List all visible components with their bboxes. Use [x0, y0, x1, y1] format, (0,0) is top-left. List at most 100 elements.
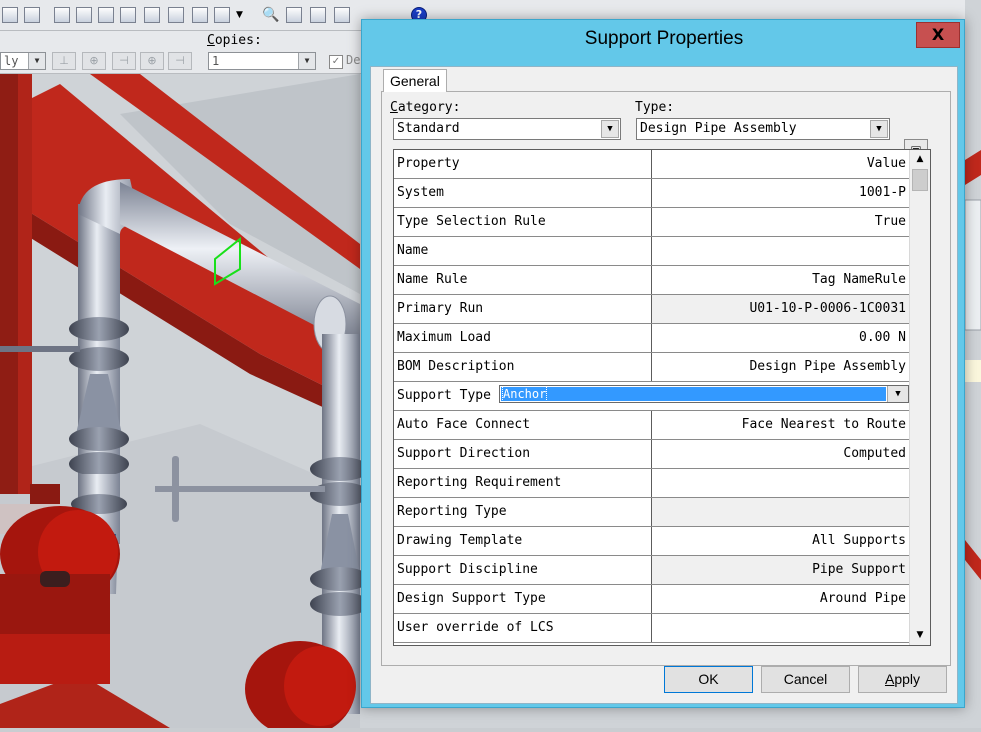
- table-row[interactable]: Drawing Template All Supports: [394, 527, 909, 556]
- property-value[interactable]: Around Pipe: [652, 585, 909, 613]
- table-row[interactable]: Auto Face Connect Face Nearest to Route: [394, 411, 909, 440]
- ok-button[interactable]: OK: [664, 666, 753, 693]
- table-row[interactable]: Maximum Load 0.00 N: [394, 324, 909, 353]
- property-name: Reporting Type: [394, 498, 652, 526]
- property-value[interactable]: Computed: [652, 440, 909, 468]
- property-name: BOM Description: [394, 353, 652, 381]
- checkbox-label: De: [346, 53, 361, 67]
- apply-button[interactable]: Apply: [858, 666, 947, 693]
- zoom-area-icon[interactable]: [310, 7, 326, 23]
- table-row[interactable]: Name Rule Tag NameRule: [394, 266, 909, 295]
- property-grid: Property Value System 1001-P Type Select…: [393, 149, 931, 646]
- background-side-panel: [964, 0, 981, 728]
- snap-icon[interactable]: ⊥: [52, 52, 76, 70]
- scrollbar-thumb[interactable]: [912, 169, 928, 191]
- mode-combo[interactable]: ly ▼: [0, 52, 46, 70]
- fit-icon[interactable]: [334, 7, 350, 23]
- tab-general[interactable]: General: [383, 69, 447, 92]
- chevron-down-icon[interactable]: ▼: [870, 120, 888, 138]
- table-row[interactable]: Support Discipline Pipe Support: [394, 556, 909, 585]
- clipboard-icon[interactable]: [98, 7, 114, 23]
- property-value[interactable]: U01-10-P-0006-1C0031: [652, 295, 909, 323]
- snap-icon[interactable]: ⊕: [82, 52, 106, 70]
- type-value: Design Pipe Assembly: [640, 121, 797, 136]
- table-row[interactable]: Name: [394, 237, 909, 266]
- property-name: Support Type: [397, 388, 491, 403]
- property-value[interactable]: [652, 614, 909, 642]
- checkbox[interactable]: ✓: [329, 55, 343, 69]
- grid-scrollbar[interactable]: ▲ ▼: [909, 150, 930, 645]
- side-panel-graphic: [964, 0, 981, 728]
- property-value[interactable]: [652, 469, 909, 497]
- category-value: Standard: [397, 121, 460, 136]
- scroll-up-icon[interactable]: ▲: [911, 151, 929, 168]
- property-value[interactable]: Face Nearest to Route: [652, 411, 909, 439]
- property-value[interactable]: Tag NameRule: [652, 266, 909, 294]
- snap-icon[interactable]: ⊣: [112, 52, 136, 70]
- property-name: Type Selection Rule: [394, 208, 652, 236]
- property-value[interactable]: All Supports: [652, 527, 909, 555]
- grid-icon[interactable]: [192, 7, 208, 23]
- paste-icon[interactable]: [76, 7, 92, 23]
- property-name: Primary Run: [394, 295, 652, 323]
- zoom-icon[interactable]: 🔍: [262, 7, 279, 23]
- table-row[interactable]: Support Direction Computed: [394, 440, 909, 469]
- table-row[interactable]: System 1001-P: [394, 179, 909, 208]
- property-value[interactable]: True: [652, 208, 909, 236]
- copies-combo[interactable]: 1 ▼: [208, 52, 316, 70]
- table-row[interactable]: Reporting Requirement: [394, 469, 909, 498]
- filter-icon[interactable]: [214, 7, 230, 23]
- flag-icon[interactable]: [168, 7, 184, 23]
- chevron-down-icon[interactable]: ▼: [887, 386, 908, 402]
- pan-icon[interactable]: [286, 7, 302, 23]
- chevron-down-icon[interactable]: ▼: [601, 120, 619, 138]
- edit-icon[interactable]: [2, 7, 18, 23]
- scroll-down-icon[interactable]: ▼: [911, 627, 929, 644]
- property-name: Drawing Template: [394, 527, 652, 555]
- support-type-combo[interactable]: Anchor ▼: [499, 385, 909, 403]
- property-value[interactable]: [652, 237, 909, 265]
- mode-combo-value: ly: [4, 54, 19, 68]
- property-name: Name: [394, 237, 652, 265]
- chevron-down-icon[interactable]: ▼: [236, 10, 243, 20]
- table-row[interactable]: User override of LCS: [394, 614, 909, 643]
- table-row[interactable]: BOM Description Design Pipe Assembly: [394, 353, 909, 382]
- cancel-button[interactable]: Cancel: [761, 666, 850, 693]
- chevron-down-icon: ▼: [28, 53, 45, 69]
- category-label: Category:: [390, 100, 461, 115]
- copy-icon[interactable]: [54, 7, 70, 23]
- copies-value: 1: [212, 54, 220, 68]
- property-name: Reporting Requirement: [394, 469, 652, 497]
- property-name: System: [394, 179, 652, 207]
- property-value[interactable]: Design Pipe Assembly: [652, 353, 909, 381]
- property-name: Support Discipline: [394, 556, 652, 584]
- chevron-down-icon: ▼: [298, 53, 315, 69]
- value-column-header: Value: [652, 150, 909, 178]
- table-row[interactable]: Reporting Type: [394, 498, 909, 527]
- support-type-selected-value: Anchor: [501, 386, 886, 402]
- property-name: User override of LCS: [394, 614, 652, 642]
- property-value[interactable]: 1001-P: [652, 179, 909, 207]
- grid-header: Property Value: [394, 150, 909, 179]
- property-value[interactable]: 0.00 N: [652, 324, 909, 352]
- table-row-selected[interactable]: Support Type Anchor ▼: [394, 382, 909, 411]
- property-name: Name Rule: [394, 266, 652, 294]
- ruler-icon[interactable]: [24, 7, 40, 23]
- type-combo[interactable]: Design Pipe Assembly ▼: [636, 118, 890, 140]
- support-properties-dialog: Support Properties X General Category: S…: [361, 19, 965, 708]
- select-icon[interactable]: [144, 7, 160, 23]
- property-name: Auto Face Connect: [394, 411, 652, 439]
- property-name: Maximum Load: [394, 324, 652, 352]
- table-row[interactable]: Design Support Type Around Pipe: [394, 585, 909, 614]
- property-name: Support Direction: [394, 440, 652, 468]
- snap-icon[interactable]: ⊕: [140, 52, 164, 70]
- close-button[interactable]: X: [916, 22, 960, 48]
- copies-label: Copies:: [207, 33, 262, 48]
- table-row[interactable]: Type Selection Rule True: [394, 208, 909, 237]
- snap-icon[interactable]: ⊣: [168, 52, 192, 70]
- property-value[interactable]: [652, 498, 909, 526]
- category-combo[interactable]: Standard ▼: [393, 118, 621, 140]
- table-row[interactable]: Primary Run U01-10-P-0006-1C0031: [394, 295, 909, 324]
- properties-icon[interactable]: [120, 7, 136, 23]
- property-value[interactable]: Pipe Support: [652, 556, 909, 584]
